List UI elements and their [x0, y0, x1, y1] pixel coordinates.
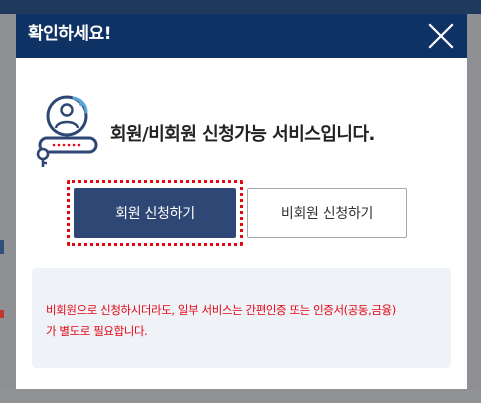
background-page-right — [467, 14, 481, 403]
background-page-header — [0, 0, 481, 14]
confirm-dialog: 확인하세요! 회원/비회원 신청가능 서비스입니다. 회원 신청하기 비회원 신… — [16, 14, 467, 389]
dialog-title: 확인하세요! — [28, 24, 111, 44]
background-page-left — [0, 14, 16, 403]
user-login-icon — [36, 95, 98, 167]
close-button[interactable] — [423, 18, 459, 54]
notice-line: 비회원으로 신청하시더라도, 일부 서비스는 간편인증 또는 인증서(공동,금융… — [46, 303, 396, 317]
notice-text: 비회원으로 신청하시더라도, 일부 서비스는 간편인증 또는 인증서(공동,금융… — [46, 300, 441, 342]
dialog-header: 확인하세요! — [16, 14, 467, 58]
notice-box: 비회원으로 신청하시더라도, 일부 서비스는 간편인증 또는 인증서(공동,금융… — [32, 268, 451, 368]
close-icon — [428, 23, 454, 49]
background-page-mark — [0, 240, 4, 254]
member-apply-button[interactable]: 회원 신청하기 — [74, 188, 236, 238]
background-page-bottom — [0, 389, 481, 403]
service-message: 회원/비회원 신청가능 서비스입니다. — [110, 124, 375, 145]
background-page-mark — [0, 310, 4, 318]
info-row: 회원/비회원 신청가능 서비스입니다. — [34, 92, 454, 168]
notice-line: 가 별도로 필요합니다. — [46, 324, 148, 338]
guest-apply-button[interactable]: 비회원 신청하기 — [247, 188, 407, 238]
